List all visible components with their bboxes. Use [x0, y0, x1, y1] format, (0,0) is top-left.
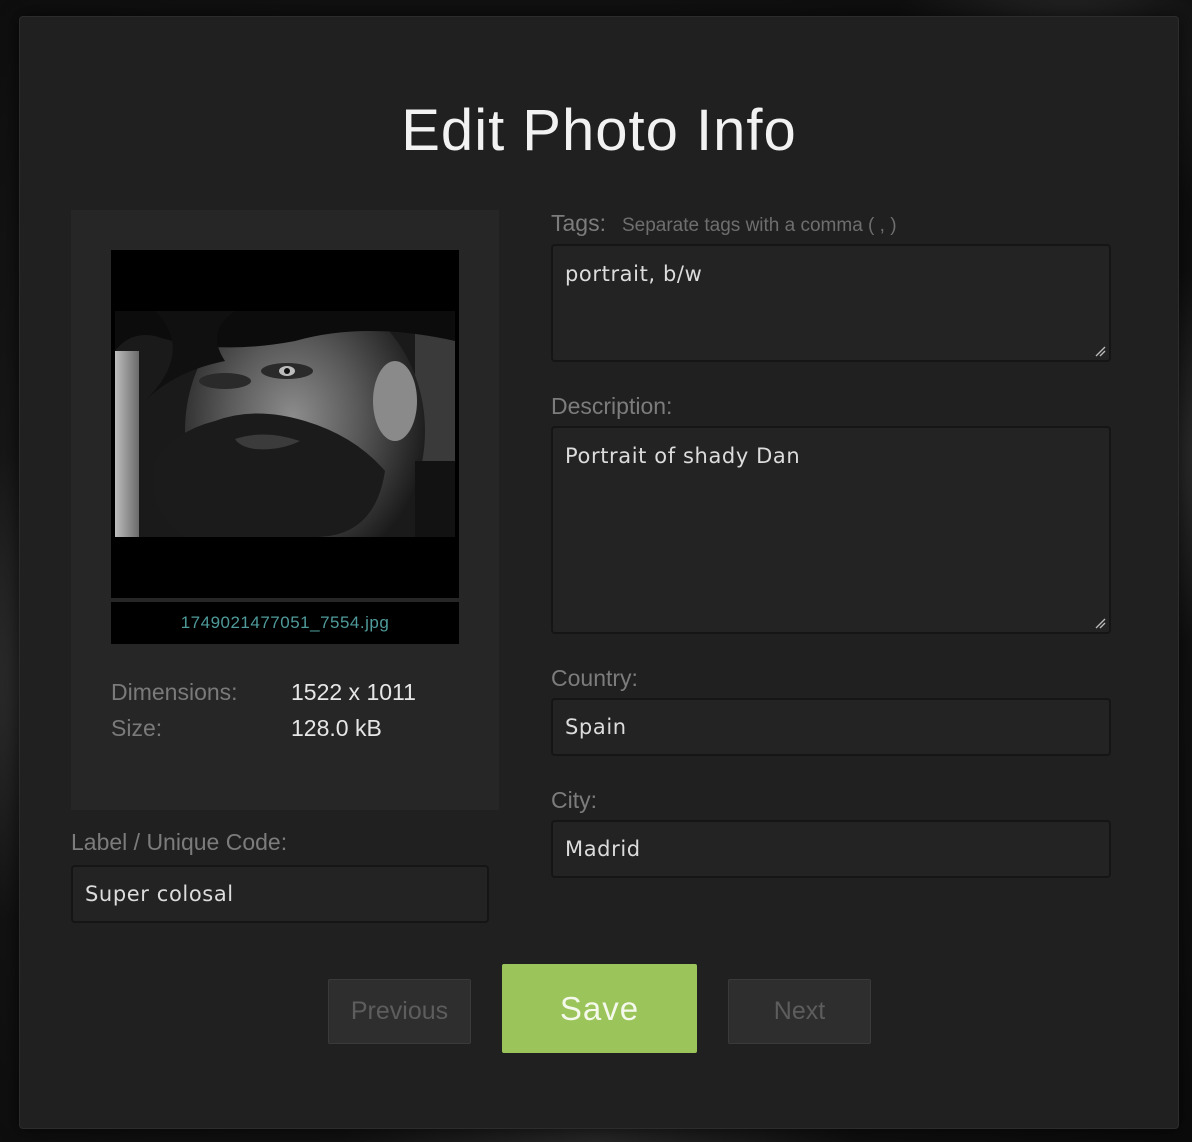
description-value: Portrait of shady Dan	[565, 444, 801, 468]
dimensions-label: Dimensions:	[111, 679, 238, 705]
resize-handle-icon[interactable]	[1094, 345, 1106, 357]
portrait-photo	[115, 311, 455, 537]
label-code-input[interactable]: Super colosal	[71, 865, 489, 923]
resize-handle-icon[interactable]	[1094, 617, 1106, 629]
previous-button[interactable]: Previous	[328, 979, 471, 1044]
city-input[interactable]: Madrid	[551, 820, 1111, 878]
dimensions-row: Dimensions: 1522 x 1011	[111, 677, 416, 707]
tags-hint: Separate tags with a comma ( , )	[621, 215, 897, 236]
size-row: Size: 128.0 kB	[111, 713, 382, 743]
description-label: Description:	[551, 393, 673, 419]
next-button[interactable]: Next	[728, 979, 871, 1044]
size-value: 128.0 kB	[291, 715, 382, 741]
country-label: Country:	[551, 665, 638, 691]
country-input[interactable]: Spain	[551, 698, 1111, 756]
size-label: Size:	[111, 715, 163, 741]
photo-filename: 1749021477051_7554.jpg	[111, 602, 459, 644]
tags-textarea[interactable]: portrait, b/w	[551, 244, 1111, 362]
tags-label: Tags:	[551, 210, 606, 236]
dialog-title: Edit Photo Info	[401, 98, 797, 163]
description-textarea[interactable]: Portrait of shady Dan	[551, 426, 1111, 634]
label-code-label: Label / Unique Code:	[71, 829, 288, 855]
city-label: City:	[551, 787, 597, 813]
save-button[interactable]: Save	[502, 964, 697, 1053]
photo-preview-panel: 1749021477051_7554.jpg Dimensions: 1522 x…	[71, 210, 499, 810]
photo-thumbnail	[111, 250, 459, 598]
tags-label-row: Tags: Separate tags with a comma ( , )	[551, 209, 897, 240]
edit-photo-dialog: Edit Photo Info 1749021477051_7554.jpg D…	[19, 16, 1179, 1129]
tags-value: portrait, b/w	[565, 262, 703, 286]
dimensions-value: 1522 x 1011	[291, 679, 416, 705]
